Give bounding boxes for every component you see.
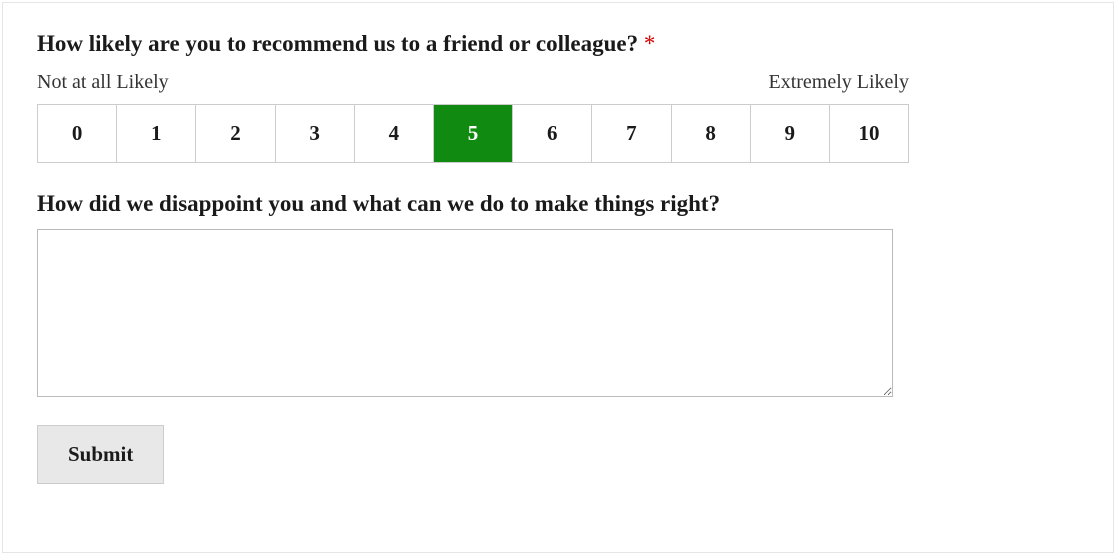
scale-endpoint-labels: Not at all Likely Extremely Likely (37, 71, 909, 94)
scale-option-5[interactable]: 5 (434, 105, 513, 162)
scale-high-label: Extremely Likely (768, 71, 909, 94)
feedback-textarea[interactable] (37, 229, 893, 397)
scale-option-3[interactable]: 3 (276, 105, 355, 162)
scale-option-9[interactable]: 9 (751, 105, 830, 162)
scale-low-label: Not at all Likely (37, 71, 169, 94)
required-asterisk: * (644, 31, 656, 56)
scale-option-0[interactable]: 0 (38, 105, 117, 162)
nps-scale: 0 1 2 3 4 5 6 7 8 9 10 (37, 104, 909, 163)
scale-option-1[interactable]: 1 (117, 105, 196, 162)
followup-question-label: How did we disappoint you and what can w… (37, 191, 1079, 217)
scale-option-8[interactable]: 8 (672, 105, 751, 162)
scale-option-7[interactable]: 7 (592, 105, 671, 162)
scale-option-10[interactable]: 10 (830, 105, 908, 162)
survey-form: How likely are you to recommend us to a … (2, 2, 1114, 553)
scale-option-6[interactable]: 6 (513, 105, 592, 162)
nps-question-label: How likely are you to recommend us to a … (37, 31, 1079, 57)
nps-question-text: How likely are you to recommend us to a … (37, 31, 638, 56)
scale-option-4[interactable]: 4 (355, 105, 434, 162)
scale-option-2[interactable]: 2 (196, 105, 275, 162)
submit-button[interactable]: Submit (37, 425, 164, 484)
